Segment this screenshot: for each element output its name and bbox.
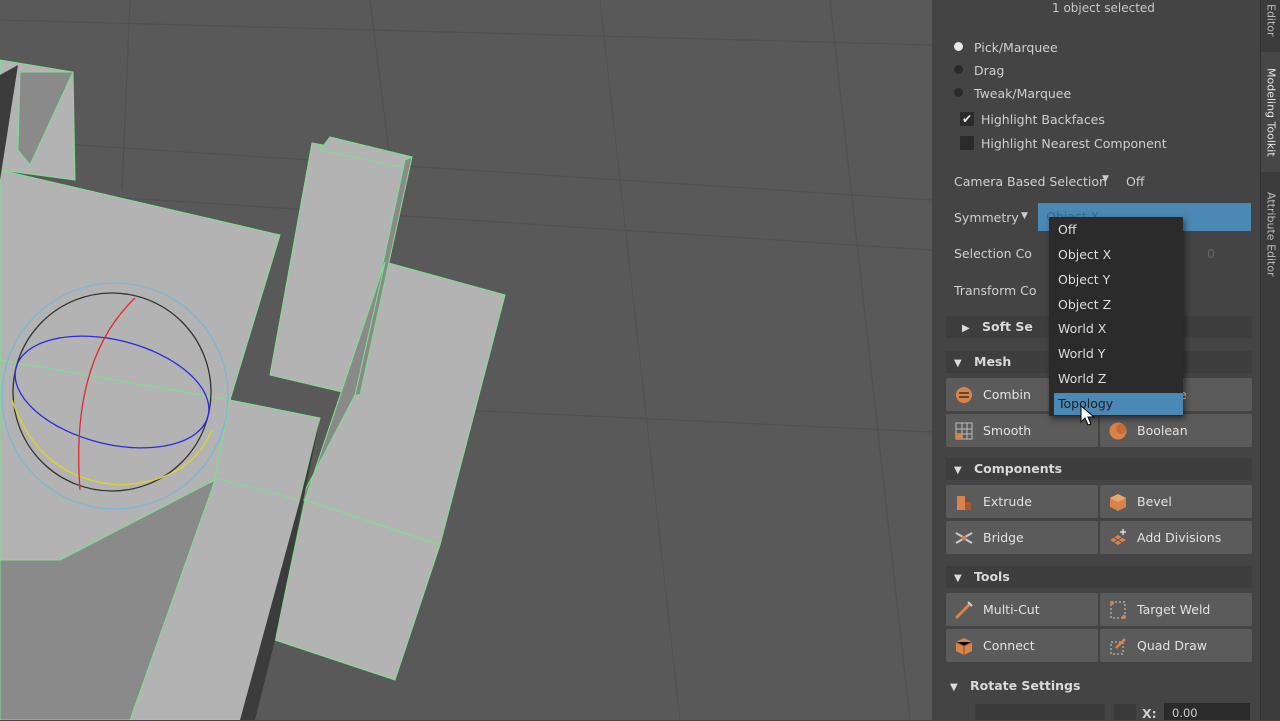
bridge-icon [955,531,973,544]
option-label: World Z [1058,371,1107,386]
smooth-label: Smooth [983,423,1032,438]
connect-label: Connect [983,638,1035,653]
boolean-icon [1109,422,1127,439]
soft-selection-title: Soft Se [982,319,1033,334]
drag-label[interactable]: Drag [974,63,1004,78]
multi-cut-button[interactable]: Multi-Cut [946,593,1098,626]
highlight-backfaces-checkbox[interactable]: ✔ [960,112,974,126]
components-section-header[interactable]: ▼ Components [946,458,1252,480]
highlight-nearest-label[interactable]: Highlight Nearest Component [981,136,1167,151]
tab-attribute-editor[interactable]: Attribute Editor [1261,182,1280,287]
tools-section-title: Tools [974,569,1010,584]
boolean-button[interactable]: Boolean [1100,414,1252,447]
smooth-button[interactable]: Smooth [946,414,1098,447]
bevel-icon [1110,493,1126,511]
extrude-button[interactable]: Extrude [946,485,1098,518]
expand-icon: ▶ [962,323,970,334]
side-tab-bar: Editor Modeling Toolkit Attribute Editor [1260,0,1280,720]
bridge-button[interactable]: Bridge [946,521,1098,554]
knife-icon [954,600,973,619]
dropdown-option-world-z[interactable]: World Z [1049,368,1183,390]
tweak-marquee-label[interactable]: Tweak/Marquee [974,86,1071,101]
combine-label: Combin [983,387,1031,402]
dropdown-option-off[interactable]: Off [1049,219,1183,241]
tab-attribute-editor-label: Attribute Editor [1264,192,1278,277]
target-weld-label: Target Weld [1137,602,1211,617]
rotate-x-field[interactable]: 0.00 [1164,703,1250,720]
extrude-label: Extrude [983,494,1032,509]
highlight-nearest-checkbox[interactable] [960,136,974,150]
camera-based-selection-label: Camera Based Selection [954,174,1107,189]
quad-draw-icon [1110,637,1126,654]
selection-count: 1 object selected [1052,1,1155,15]
bevel-button[interactable]: Bevel [1100,485,1252,518]
bridge-label: Bridge [983,530,1024,545]
option-label: Object X [1058,247,1112,262]
symmetry-dropdown[interactable]: Off Object X Object Y Object Z World X W… [1049,217,1183,416]
collapse-icon: ▼ [954,358,962,369]
add-divisions-label: Add Divisions [1137,530,1222,545]
quad-draw-label: Quad Draw [1137,638,1207,653]
dropdown-option-topology[interactable]: Topology [1054,393,1183,415]
highlight-backfaces-label[interactable]: Highlight Backfaces [981,112,1105,127]
combine-icon [956,386,972,403]
dropdown-option-world-x[interactable]: World X [1049,318,1183,340]
mesh-section-title: Mesh [974,354,1012,369]
dropdown-option-object-x[interactable]: Object X [1049,244,1183,266]
option-label: World X [1058,321,1107,336]
tab-modeling-toolkit-label: Modeling Toolkit [1264,67,1278,157]
tab-editor-label: Editor [1264,3,1278,37]
tab-modeling-toolkit[interactable]: Modeling Toolkit [1261,52,1280,172]
pick-marquee-radio[interactable] [954,42,963,51]
tab-editor[interactable]: Editor [1261,0,1280,40]
symmetry-label: Symmetry [954,210,1019,225]
mouse-cursor-icon [1080,405,1096,426]
option-label: Object Z [1058,297,1112,312]
rotate-x-label: X: [1142,706,1157,721]
boolean-label: Boolean [1137,423,1188,438]
pick-marquee-label[interactable]: Pick/Marquee [974,40,1058,55]
dropdown-option-world-y[interactable]: World Y [1049,343,1183,365]
target-weld-icon [1110,600,1126,619]
smooth-icon [955,422,973,439]
camera-based-selection-chevron-icon[interactable]: ▼ [1102,174,1109,184]
option-label: Off [1058,222,1077,237]
extrude-icon [957,495,971,510]
symmetry-chevron-icon[interactable]: ▼ [1021,211,1028,221]
viewport-3d[interactable] [0,0,932,720]
rotate-x-value: 0.00 [1172,706,1198,720]
target-weld-button[interactable]: Target Weld [1100,593,1252,626]
option-label: World Y [1058,346,1106,361]
dropdown-option-object-y[interactable]: Object Y [1049,269,1183,291]
rotate-settings-title: Rotate Settings [970,678,1081,693]
multi-cut-label: Multi-Cut [983,602,1040,617]
rotate-step-button[interactable] [1114,704,1136,720]
rotate-slider[interactable] [975,704,1105,720]
selection-constraint-value: 0 [1207,246,1215,261]
components-section-title: Components [974,461,1063,476]
collapse-icon: ▼ [954,465,962,476]
connect-icon [955,637,973,655]
selection-constraint-label: Selection Co [954,246,1032,261]
camera-based-selection-value[interactable]: Off [1126,174,1144,189]
option-label: Object Y [1058,272,1111,287]
bevel-label: Bevel [1137,494,1172,509]
viewport-scene[interactable] [0,0,932,720]
drag-radio[interactable] [954,65,963,74]
collapse-icon: ▼ [950,682,958,693]
dropdown-option-object-z[interactable]: Object Z [1049,294,1183,316]
add-divisions-button[interactable]: Add Divisions [1100,521,1252,554]
tweak-marquee-radio[interactable] [954,88,963,97]
transform-constraint-label: Transform Co [954,283,1037,298]
tools-section-header[interactable]: ▼ Tools [946,566,1252,588]
rotate-settings-header[interactable]: ▼ Rotate Settings [942,675,1252,697]
connect-button[interactable]: Connect [946,629,1098,662]
add-divisions-icon [1110,528,1126,545]
quad-draw-button[interactable]: Quad Draw [1100,629,1252,662]
collapse-icon: ▼ [954,573,962,584]
